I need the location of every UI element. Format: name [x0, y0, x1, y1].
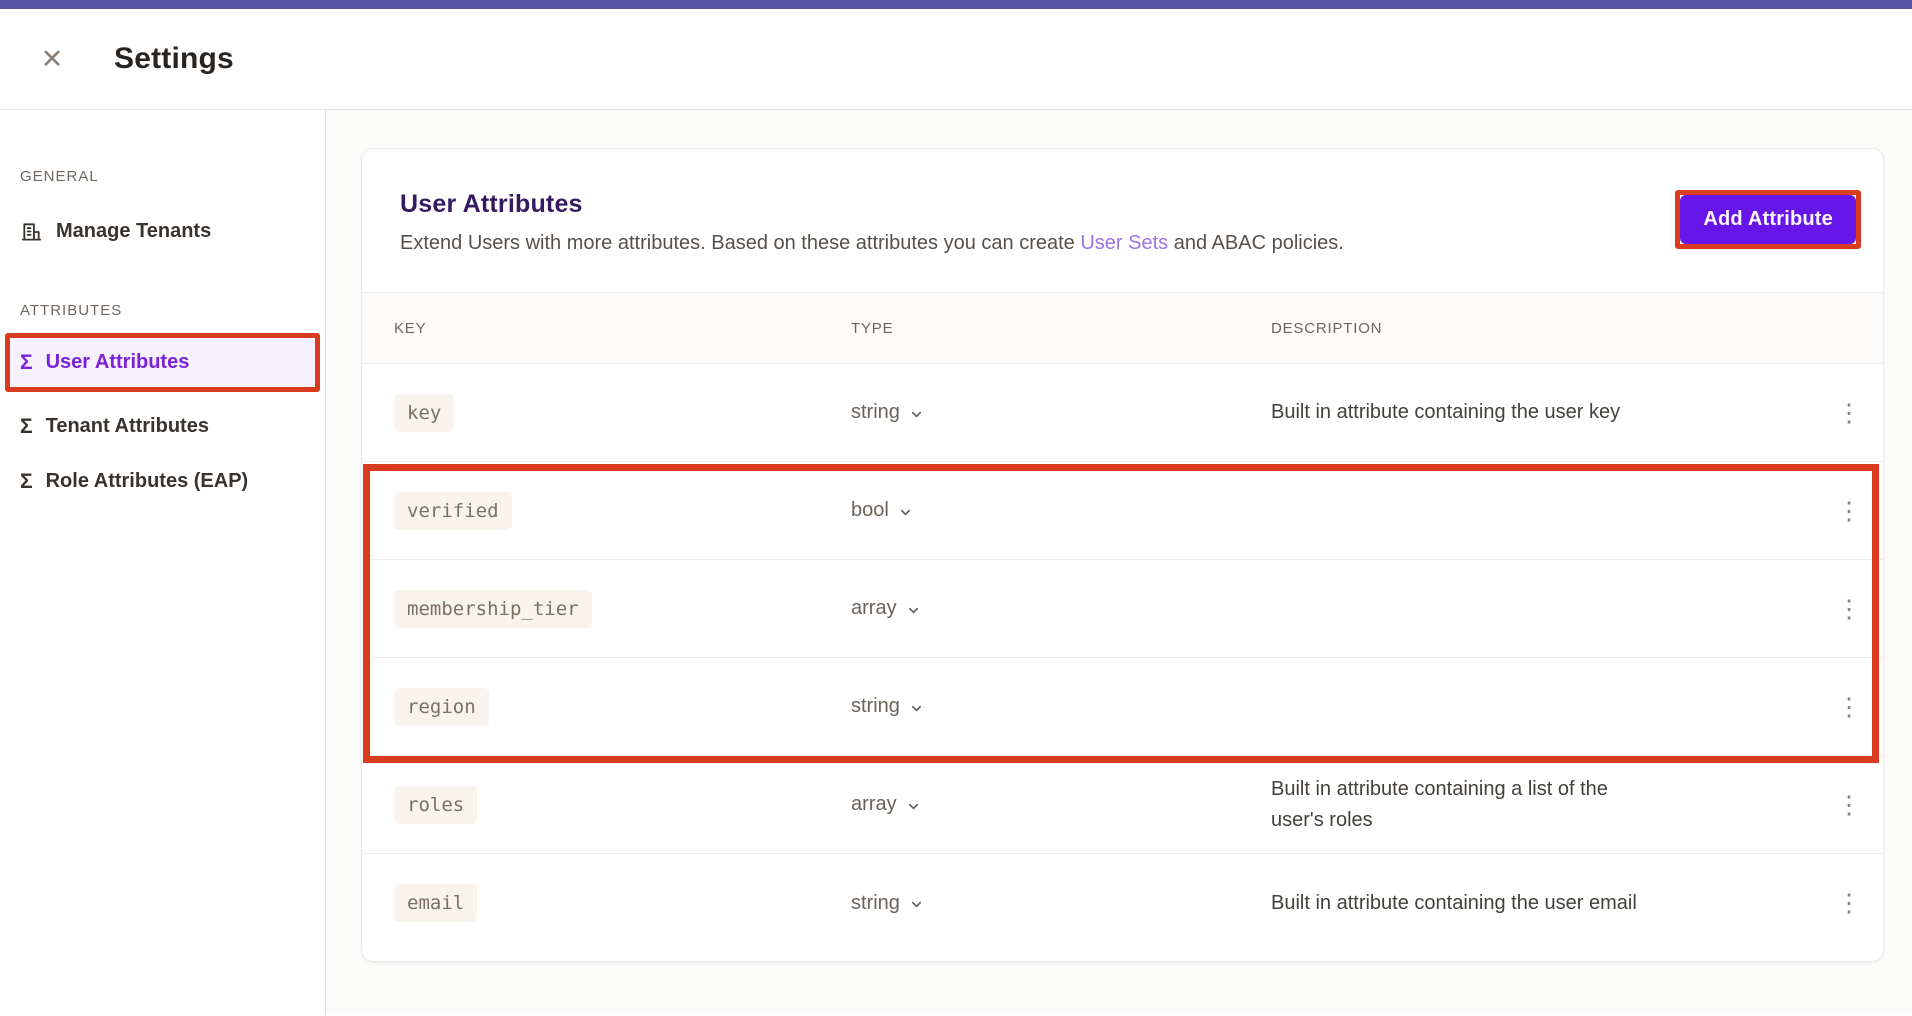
- close-icon[interactable]: ✕: [30, 37, 74, 81]
- description-text: and ABAC policies.: [1168, 232, 1344, 254]
- annotation-box-sidebar: Σ User Attributes: [5, 333, 320, 392]
- attributes-table: KEY TYPE DESCRIPTION key string Built in…: [362, 292, 1883, 952]
- kebab-menu-icon[interactable]: ⋮: [1829, 488, 1869, 534]
- column-header-key: KEY: [394, 320, 851, 337]
- column-header-description: DESCRIPTION: [1271, 320, 1795, 337]
- user-sets-link[interactable]: User Sets: [1080, 232, 1168, 254]
- sidebar-item-user-attributes[interactable]: Σ User Attributes: [10, 338, 315, 387]
- building-icon: [20, 220, 43, 243]
- kebab-menu-icon[interactable]: ⋮: [1829, 684, 1869, 730]
- settings-sidebar: GENERAL Manage Tenants ATTRIBUTES Σ User…: [0, 110, 326, 1015]
- column-header-type: TYPE: [851, 320, 1271, 337]
- type-dropdown[interactable]: bool: [851, 499, 913, 522]
- attribute-description: Built in attribute containing the user e…: [1271, 888, 1661, 919]
- type-value: string: [851, 892, 900, 915]
- type-dropdown[interactable]: array: [851, 597, 921, 620]
- annotation-box-add-button: Add Attribute: [1675, 190, 1861, 249]
- sidebar-section-general: GENERAL: [10, 168, 315, 185]
- attribute-key-badge: membership_tier: [394, 590, 592, 628]
- sidebar-item-label: Manage Tenants: [56, 220, 211, 243]
- top-accent-bar: [0, 0, 1912, 9]
- table-header-row: KEY TYPE DESCRIPTION: [362, 292, 1883, 364]
- table-row: region string ⋮: [362, 658, 1883, 756]
- sidebar-item-tenant-attributes[interactable]: Σ Tenant Attributes: [10, 402, 315, 451]
- sidebar-item-role-attributes[interactable]: Σ Role Attributes (EAP): [10, 457, 315, 506]
- page-title: Settings: [114, 42, 234, 76]
- table-row: verified bool ⋮: [362, 462, 1883, 560]
- attribute-key-badge: region: [394, 688, 489, 726]
- type-value: array: [851, 793, 897, 816]
- table-row: roles array Built in attribute containin…: [362, 756, 1883, 854]
- attribute-description: Built in attribute containing the user k…: [1271, 397, 1661, 428]
- user-attributes-card: User Attributes Extend Users with more a…: [361, 148, 1884, 962]
- type-dropdown[interactable]: string: [851, 401, 924, 424]
- kebab-menu-icon[interactable]: ⋮: [1829, 782, 1869, 828]
- sidebar-item-manage-tenants[interactable]: Manage Tenants: [10, 207, 315, 256]
- chevron-down-icon: [909, 407, 924, 422]
- sigma-icon: Σ: [20, 471, 33, 492]
- card-header: User Attributes Extend Users with more a…: [362, 149, 1883, 292]
- add-attribute-button[interactable]: Add Attribute: [1680, 195, 1856, 244]
- table-row: email string Built in attribute containi…: [362, 854, 1883, 952]
- description-text: Extend Users with more attributes. Based…: [400, 232, 1080, 254]
- attribute-key-badge: verified: [394, 492, 512, 530]
- type-value: string: [851, 401, 900, 424]
- type-dropdown[interactable]: string: [851, 695, 924, 718]
- type-value: bool: [851, 499, 889, 522]
- table-row: membership_tier array ⋮: [362, 560, 1883, 658]
- attribute-description: Built in attribute containing a list of …: [1271, 774, 1661, 836]
- type-value: array: [851, 597, 897, 620]
- main-content: User Attributes Extend Users with more a…: [326, 110, 1912, 1015]
- sidebar-item-label: Role Attributes (EAP): [46, 470, 249, 493]
- kebab-menu-icon[interactable]: ⋮: [1829, 880, 1869, 926]
- table-row: key string Built in attribute containing…: [362, 364, 1883, 462]
- attribute-key-badge: roles: [394, 786, 477, 824]
- app-header: ✕ Settings: [0, 9, 1912, 110]
- chevron-down-icon: [898, 505, 913, 520]
- sidebar-item-label: User Attributes: [46, 351, 190, 374]
- sigma-icon: Σ: [20, 352, 33, 373]
- type-dropdown[interactable]: string: [851, 892, 924, 915]
- kebab-menu-icon[interactable]: ⋮: [1829, 586, 1869, 632]
- sidebar-item-label: Tenant Attributes: [46, 415, 209, 438]
- card-title: User Attributes: [400, 190, 1845, 219]
- card-description: Extend Users with more attributes. Based…: [400, 232, 1845, 255]
- chevron-down-icon: [909, 701, 924, 716]
- type-dropdown[interactable]: array: [851, 793, 921, 816]
- type-value: string: [851, 695, 900, 718]
- chevron-down-icon: [909, 897, 924, 912]
- kebab-menu-icon[interactable]: ⋮: [1829, 390, 1869, 436]
- chevron-down-icon: [906, 799, 921, 814]
- sigma-icon: Σ: [20, 416, 33, 437]
- sidebar-section-attributes: ATTRIBUTES: [10, 302, 315, 319]
- attribute-key-badge: key: [394, 394, 454, 432]
- attribute-key-badge: email: [394, 884, 477, 922]
- chevron-down-icon: [906, 603, 921, 618]
